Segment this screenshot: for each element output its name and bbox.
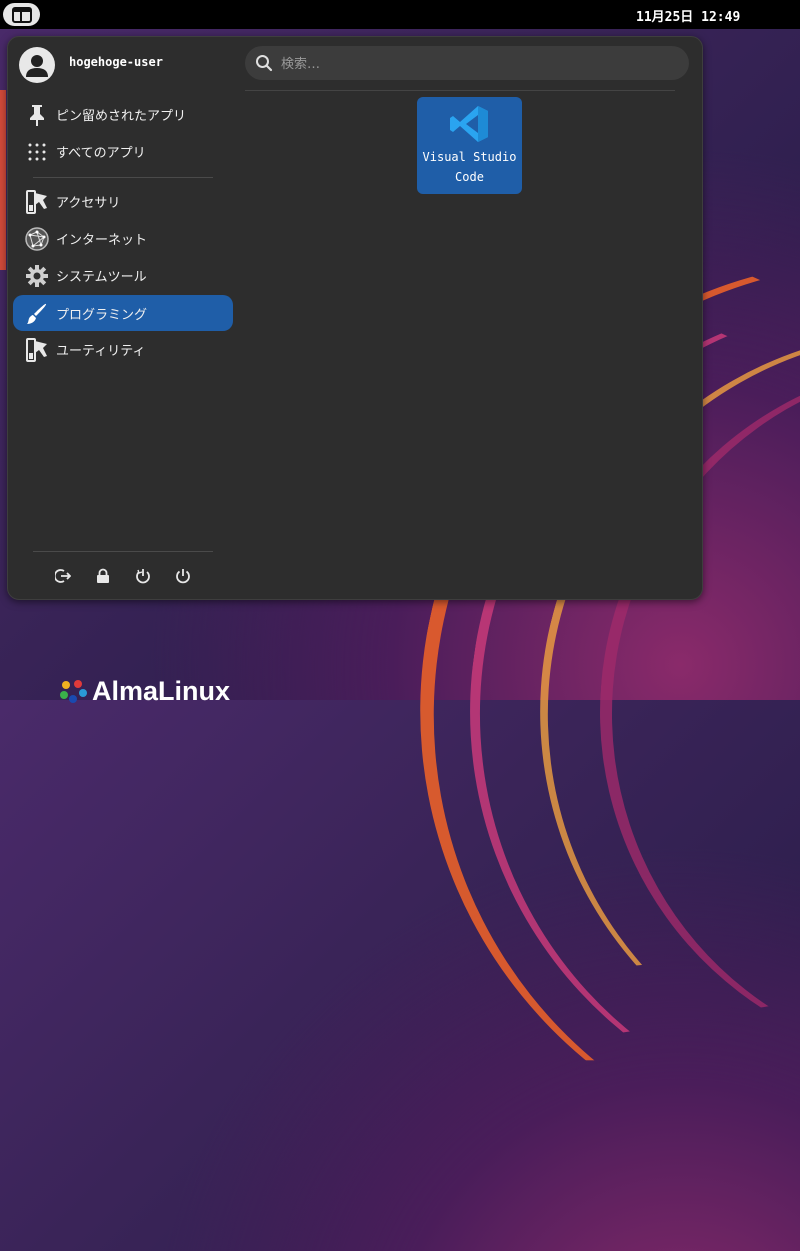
search-box[interactable]: [245, 46, 689, 82]
gear-icon: [25, 264, 49, 288]
app-menu-button[interactable]: [3, 3, 40, 26]
category-label: インターネット: [56, 233, 148, 248]
category-label: プログラミング: [56, 308, 148, 323]
category-label: ピン留めされたアプリ: [56, 109, 187, 124]
logo-text: AlmaLinux: [92, 676, 231, 706]
category-label: ユーティリティ: [56, 344, 146, 359]
internet-icon: [25, 227, 49, 251]
divider: [33, 177, 213, 178]
grid-icon: [25, 140, 49, 164]
category-programming[interactable]: プログラミング: [13, 295, 233, 331]
category-all-apps[interactable]: すべてのアプリ: [13, 133, 233, 169]
user-icon: [26, 55, 48, 77]
accessories-icon: [25, 190, 49, 214]
brush-icon: [25, 302, 49, 326]
search-icon: [256, 55, 273, 72]
almalinux-logo: AlmaLinux: [58, 676, 230, 707]
category-label: システムツール: [56, 270, 147, 285]
category-utilities[interactable]: ユーティリティ: [13, 331, 233, 367]
pin-icon: [25, 103, 49, 127]
category-label: アクセサリ: [56, 196, 121, 211]
vscode-icon: [450, 106, 488, 142]
power-icon: [176, 569, 190, 584]
category-pinned[interactable]: ピン留めされたアプリ: [13, 96, 233, 132]
lock-icon: [97, 568, 109, 583]
logout-button[interactable]: [53, 566, 73, 586]
wallpaper-edge: [0, 90, 6, 270]
almalinux-mark-icon: [60, 679, 87, 703]
category-accessories[interactable]: アクセサリ: [13, 183, 233, 219]
clock[interactable]: 11月25日 12:49: [636, 6, 740, 25]
power-button[interactable]: [173, 566, 193, 586]
app-label: Visual Studio Code: [422, 150, 517, 184]
username: hogehoge-user: [69, 55, 163, 69]
category-internet[interactable]: インターネット: [13, 220, 233, 256]
restart-button[interactable]: [133, 566, 153, 586]
utilities-icon: [25, 338, 49, 362]
category-system-tools[interactable]: システムツール: [13, 257, 233, 293]
divider: [245, 90, 675, 91]
logout-icon: [55, 569, 71, 583]
app-menu-icon: [11, 6, 32, 23]
divider: [33, 551, 213, 552]
avatar[interactable]: [19, 47, 55, 83]
app-tile-vscode[interactable]: Visual Studio Code: [417, 97, 522, 194]
restart-icon: [136, 569, 150, 584]
category-label: すべてのアプリ: [56, 146, 146, 161]
lock-button[interactable]: [93, 566, 113, 586]
top-bar: 11月25日 12:49: [0, 0, 800, 29]
search-input[interactable]: [279, 46, 673, 82]
